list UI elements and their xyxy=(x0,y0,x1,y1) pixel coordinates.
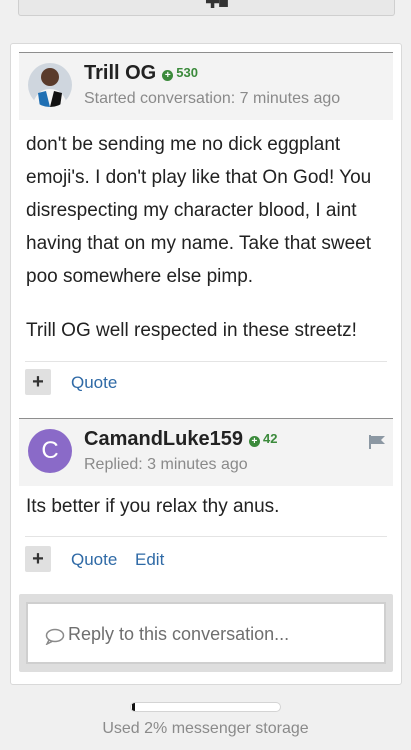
message-paragraph: don't be sending me no dick eggplant emo… xyxy=(26,134,372,287)
reply-input[interactable]: Reply to this conversation... xyxy=(26,602,386,664)
message-paragraph: Its better if you relax thy anus. xyxy=(26,496,280,517)
plus-button[interactable]: + xyxy=(25,546,51,572)
edit-link[interactable]: Edit xyxy=(135,550,164,570)
avatar[interactable]: C xyxy=(28,429,72,473)
message-meta: Replied: 3 minutes ago xyxy=(84,456,248,473)
reply-area: Reply to this conversation... xyxy=(19,594,393,672)
reply-header: C CamandLuke159 +42 Replied: 3 minutes ag… xyxy=(19,418,393,486)
author-name-text[interactable]: CamandLuke159 xyxy=(84,428,243,450)
conversation-card: Trill OG +530 Started conversation: 7 min… xyxy=(10,43,402,685)
avatar-photo-icon xyxy=(28,63,72,107)
top-toolbar-stub: ✚■ xyxy=(18,0,395,16)
quote-link[interactable]: Quote xyxy=(71,373,117,393)
reputation-plus-icon: + xyxy=(248,436,260,447)
avatar[interactable] xyxy=(28,63,72,107)
divider xyxy=(25,536,387,537)
storage-text: Used 2% messenger storage xyxy=(102,720,309,737)
divider xyxy=(25,361,387,362)
author-name-text[interactable]: Trill OG xyxy=(84,62,156,84)
reputation-badge: +42 xyxy=(248,431,278,447)
quote-link[interactable]: Quote xyxy=(71,550,117,570)
reputation-plus-icon: + xyxy=(162,70,174,81)
flag-icon[interactable] xyxy=(369,435,385,449)
plus-user-icon[interactable]: ✚■ xyxy=(205,0,229,13)
message-paragraph: Trill OG well respected in these streetz… xyxy=(26,320,357,341)
storage-bar xyxy=(130,702,281,712)
reputation-count: 530 xyxy=(176,65,198,80)
speech-bubble-icon xyxy=(45,628,65,645)
reputation-badge: +530 xyxy=(162,65,198,81)
reputation-count: 42 xyxy=(262,431,278,446)
reply-placeholder[interactable]: Reply to this conversation... xyxy=(68,624,289,645)
author-name[interactable]: Trill OG +530 xyxy=(84,62,198,85)
plus-button[interactable]: + xyxy=(25,369,51,395)
storage-bar-fill xyxy=(132,703,135,711)
message-meta: Started conversation: 7 minutes ago xyxy=(84,90,341,107)
author-name[interactable]: CamandLuke159 +42 xyxy=(84,428,277,451)
message-header: Trill OG +530 Started conversation: 7 min… xyxy=(19,52,393,120)
